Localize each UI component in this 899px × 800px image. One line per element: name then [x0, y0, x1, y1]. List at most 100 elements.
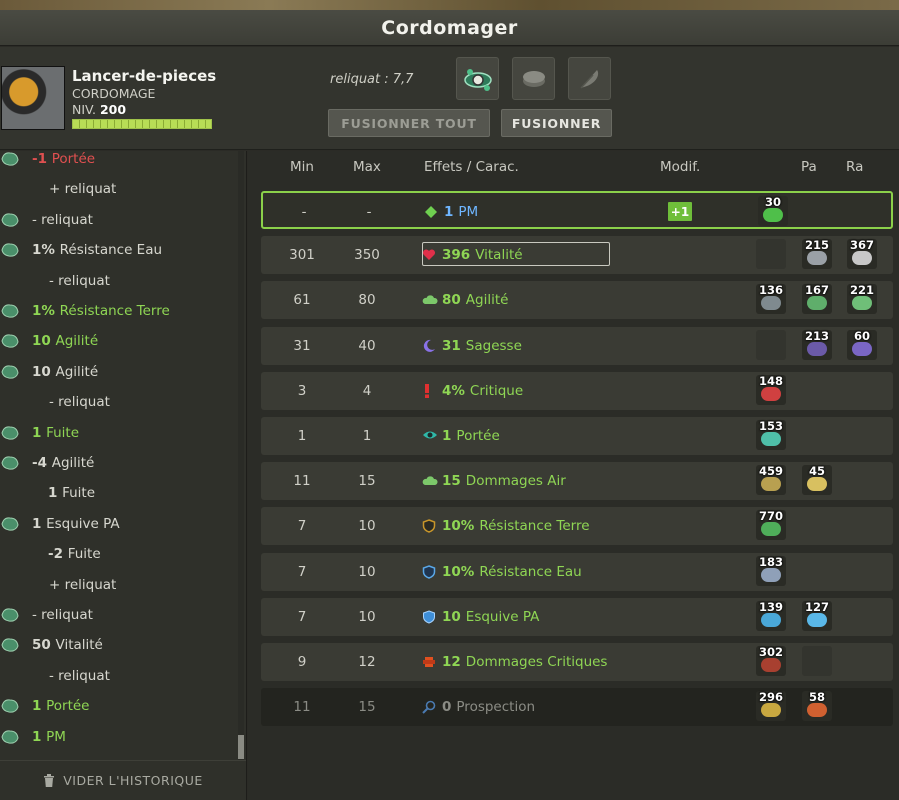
- rune-ba-slot[interactable]: 30: [758, 195, 788, 226]
- clear-history-button[interactable]: VIDER L'HISTORIQUE: [0, 760, 246, 800]
- history-scrollbar[interactable]: [238, 151, 244, 761]
- history-entry-label: Fuite: [62, 485, 96, 502]
- character-portrait: [1, 66, 65, 130]
- magnifier-icon: [422, 700, 436, 714]
- history-entry-label: + reliquat: [49, 181, 117, 198]
- effect-min: -: [301, 204, 307, 220]
- effect-name: Résistance Eau: [479, 563, 582, 580]
- rune-ra-slot[interactable]: 221: [847, 283, 877, 315]
- effect-label: 0 Prospection: [422, 688, 652, 726]
- rune-count: 60: [853, 328, 870, 343]
- rune-pa-slot[interactable]: 167: [802, 283, 832, 315]
- rune-ba-slot[interactable]: 296: [756, 690, 786, 722]
- rune-ba-slot[interactable]: 148: [756, 374, 786, 405]
- history-entry-label: Agilité: [51, 455, 95, 471]
- history-entry-label: Agilité: [55, 363, 99, 380]
- effect-min: 9: [297, 654, 307, 670]
- rune-gem-icon: [761, 432, 781, 446]
- history-entry-text: 1 Fuite: [48, 485, 95, 501]
- rune-ba-slot[interactable]: 770: [756, 509, 786, 541]
- effect-row[interactable]: 61 80 80 Agilité 136 167 221: [261, 281, 893, 320]
- rune-pa-slot[interactable]: [802, 646, 832, 676]
- effect-label: 4% Critique: [422, 372, 652, 410]
- effect-row[interactable]: 11 15 0 Prospection 296 58: [261, 688, 893, 727]
- rune-pa-slot[interactable]: 127: [802, 600, 832, 631]
- history-entry: 10 Agilité: [0, 327, 240, 355]
- rune-count: 45: [808, 464, 825, 479]
- effect-row[interactable]: 11 15 15 Dommages Air 459 45: [261, 462, 893, 501]
- history-entry-value: -2: [48, 546, 68, 563]
- history-entry-text: -4 Agilité: [32, 455, 94, 471]
- effect-row[interactable]: 31 40 31 Sagesse 213 60: [261, 326, 893, 365]
- rune-count: 139: [758, 599, 783, 614]
- history-entry: 1% Résistance Eau: [0, 236, 240, 264]
- rune-pa-slot[interactable]: 45: [802, 464, 832, 496]
- history-entry-label: Résistance Eau: [59, 242, 163, 259]
- rune-ra-slot[interactable]: 367: [847, 238, 877, 270]
- effect-name: Résistance Terre: [479, 518, 590, 535]
- rune-gem-icon: [852, 251, 872, 266]
- fuse-all-button[interactable]: FUSIONNER TOUT: [328, 109, 490, 137]
- effect-value: 10%: [442, 563, 475, 580]
- effect-row[interactable]: - - 1 PM +1 30: [261, 191, 893, 229]
- history-entry: -1 Portée: [0, 151, 240, 173]
- effect-value: 10%: [442, 518, 475, 535]
- rune-count: 367: [849, 238, 874, 253]
- rune-ba-slot[interactable]: [756, 329, 786, 360]
- effect-row[interactable]: 7 10 10% Résistance Terre 770: [261, 507, 893, 546]
- rune-pa-slot[interactable]: 58: [802, 690, 832, 722]
- rune-icon: [0, 635, 20, 655]
- rune-icon: [0, 605, 20, 625]
- effect-row[interactable]: 301 350 396 Vitalité 215 367: [261, 236, 893, 275]
- effect-label: 12 Dommages Critiques: [422, 643, 652, 681]
- history-entry-label: - reliquat: [49, 394, 110, 411]
- history-entry-text: - reliquat: [49, 273, 110, 289]
- rune-slot[interactable]: [512, 57, 555, 100]
- effect-min: 3: [297, 382, 307, 399]
- rune-ba-slot[interactable]: 302: [756, 645, 786, 676]
- effect-max: 40: [358, 337, 376, 354]
- history-entry-label: - reliquat: [32, 211, 93, 228]
- potion-slot[interactable]: [568, 57, 611, 100]
- rune-ba-slot[interactable]: 459: [756, 464, 786, 496]
- rune-ba-slot[interactable]: 136: [756, 283, 786, 315]
- rune-ra-slot[interactable]: 60: [847, 328, 877, 360]
- history-entry: -2 Fuite: [0, 540, 240, 568]
- rune-pa-slot[interactable]: 215: [802, 238, 832, 270]
- effect-value: 0: [442, 699, 452, 716]
- rune-gem-icon: [807, 341, 827, 356]
- history-entry-value: 1: [48, 485, 63, 502]
- rune-ba-slot[interactable]: 183: [756, 555, 786, 586]
- history-entry-label: PM: [46, 728, 66, 745]
- cloud-icon: [422, 293, 438, 307]
- effect-max: 12: [358, 654, 376, 670]
- history-entry-text: 10 Agilité: [32, 364, 98, 380]
- effect-max: 350: [354, 247, 380, 264]
- water-shield-icon: [422, 564, 436, 579]
- effect-row[interactable]: 9 12 12 Dommages Critiques 302: [261, 643, 893, 681]
- effect-row[interactable]: 7 10 10% Résistance Eau 183: [261, 552, 893, 591]
- item-slot[interactable]: [456, 57, 499, 100]
- rune-count: 153: [758, 419, 783, 433]
- rune-ba-slot[interactable]: 153: [756, 419, 786, 450]
- effect-min: 7: [297, 563, 307, 580]
- effect-name: Portée: [456, 428, 500, 444]
- effect-value: 80: [442, 292, 461, 309]
- reliquat-value: reliquat : 7,7: [330, 72, 414, 87]
- rune-count: 221: [849, 283, 874, 298]
- heart-icon: [422, 248, 436, 262]
- crafter-header: Lancer-de-pieces CORDOMAGE NIV. 200 reli…: [0, 47, 899, 150]
- effect-row[interactable]: 3 4 4% Critique 148: [261, 371, 893, 410]
- effect-name: Esquive PA: [465, 608, 540, 625]
- rune-ba-slot[interactable]: 139: [756, 599, 786, 631]
- history-scrollbar-thumb[interactable]: [238, 735, 244, 759]
- effect-row[interactable]: 1 1 1 Portée 153: [261, 417, 893, 455]
- rune-pa-slot[interactable]: 213: [802, 329, 832, 360]
- col-max: Max: [353, 159, 381, 175]
- effect-label: 31 Sagesse: [422, 327, 652, 365]
- fuse-button[interactable]: FUSIONNER: [501, 109, 612, 137]
- effect-row[interactable]: 7 10 10 Esquive PA 139 127: [261, 597, 893, 636]
- rune-icon: [0, 514, 20, 534]
- history-entry: 1 PM: [0, 723, 240, 751]
- rune-ba-slot[interactable]: [756, 239, 786, 270]
